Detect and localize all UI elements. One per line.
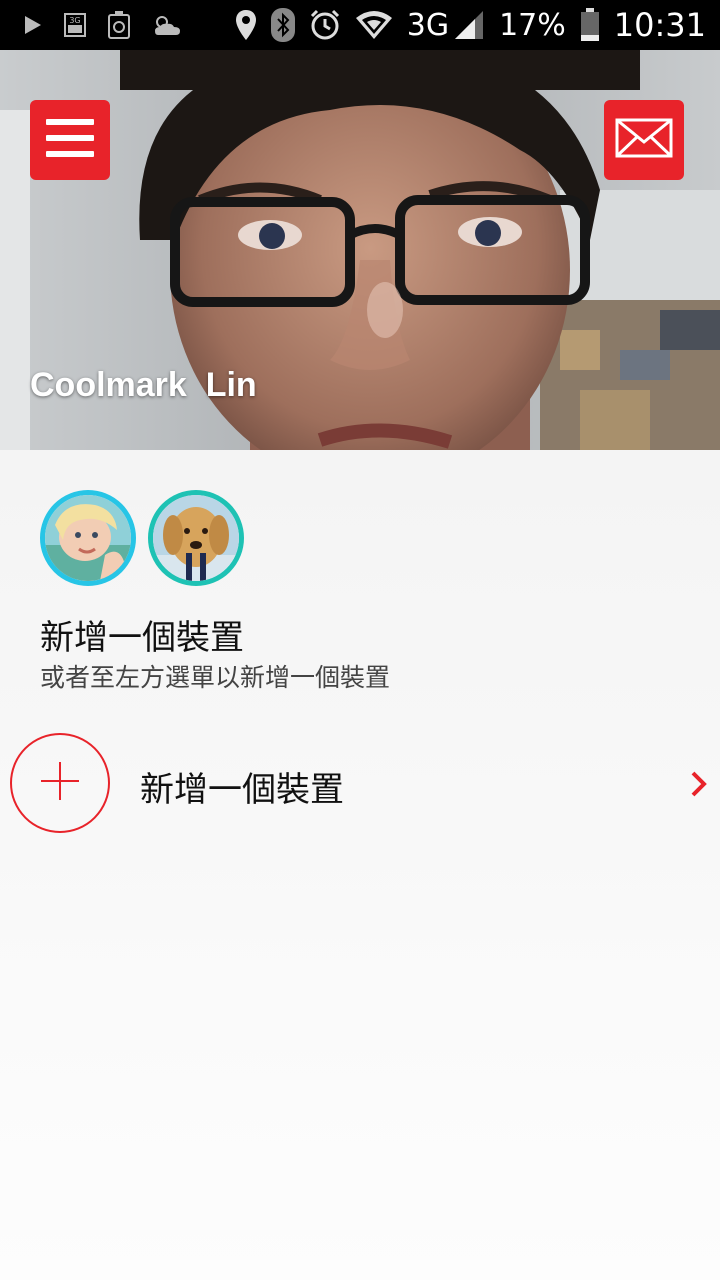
battery-percent: 17% bbox=[499, 7, 566, 43]
add-device-circle[interactable] bbox=[10, 733, 110, 833]
sim-3g-icon: 3G bbox=[64, 13, 86, 37]
bluetooth-icon bbox=[270, 8, 295, 42]
device-avatar-child[interactable] bbox=[40, 490, 136, 586]
location-icon bbox=[235, 9, 257, 41]
add-device-title: 新增一個裝置 bbox=[40, 618, 244, 658]
svg-text:3G: 3G bbox=[69, 16, 80, 25]
alarm-icon bbox=[309, 9, 341, 41]
envelope-icon bbox=[615, 118, 673, 162]
add-device-subtitle: 或者至左方選單以新增一個裝置 bbox=[40, 663, 391, 692]
messages-button[interactable] bbox=[604, 100, 684, 180]
add-device-label: 新增一個裝置 bbox=[140, 770, 344, 810]
hamburger-menu-icon bbox=[46, 119, 94, 161]
device-avatar-dog[interactable] bbox=[148, 490, 244, 586]
chevron-right-icon bbox=[690, 770, 708, 802]
weather-icon bbox=[152, 13, 182, 37]
add-device-row[interactable]: 新增一個裝置 bbox=[0, 730, 720, 834]
user-name: Coolmark Lin bbox=[30, 366, 257, 404]
battery-icon bbox=[580, 8, 600, 42]
signal-icon bbox=[453, 9, 485, 41]
profile-header: Coolmark Lin bbox=[0, 50, 720, 450]
clock: 10:31 bbox=[613, 6, 706, 44]
play-icon bbox=[24, 15, 42, 35]
wifi-icon bbox=[355, 10, 393, 40]
network-type: 3G bbox=[406, 7, 450, 43]
menu-button[interactable] bbox=[30, 100, 110, 180]
battery-recycle-icon bbox=[108, 11, 130, 39]
plus-icon bbox=[40, 761, 80, 805]
status-bar: 3G 3G 17% 10:31 bbox=[0, 0, 720, 50]
